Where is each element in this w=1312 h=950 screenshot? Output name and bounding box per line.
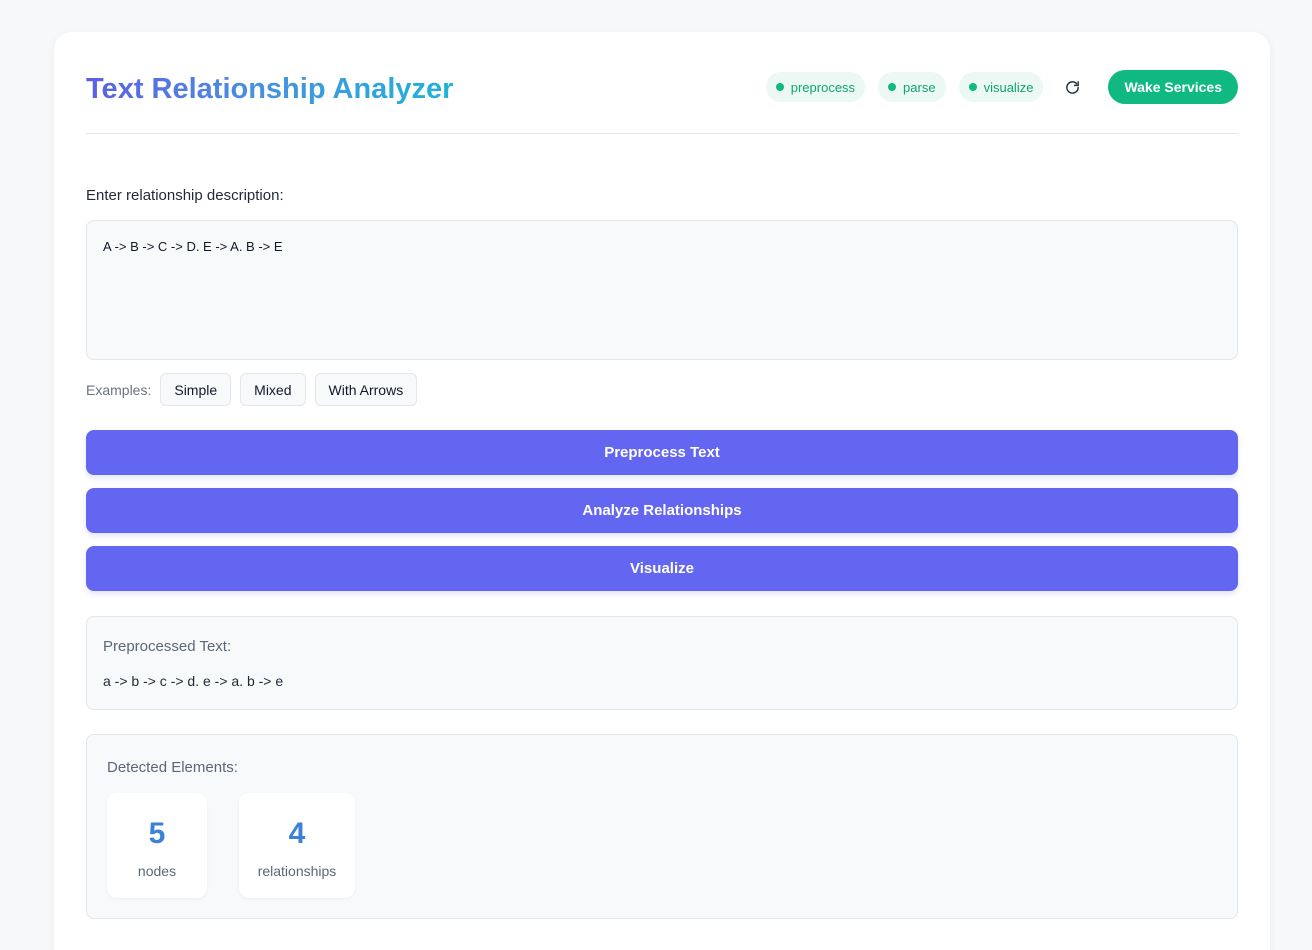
detected-elements-panel: Detected Elements: 5 nodes 4 relationshi… [86,734,1238,919]
status-dot-icon [968,83,977,91]
header: Text Relationship Analyzer preprocess pa… [86,70,1238,134]
service-label: preprocess [790,79,856,95]
examples-row: Examples: Simple Mixed With Arrows [86,373,426,406]
stat-value: 4 [288,817,306,850]
wake-services-button[interactable]: Wake Services [1108,70,1238,104]
service-label: visualize [983,79,1034,95]
preprocessed-text-panel: Preprocessed Text: a -> b -> c -> d. e -… [86,616,1238,710]
page-title: Text Relationship Analyzer [86,70,453,108]
preprocess-text-button[interactable]: Preprocess Text [86,430,1238,475]
stat-value: 5 [148,817,166,850]
visualize-button[interactable]: Visualize [86,546,1238,591]
preprocessed-text: a -> b -> c -> d. e -> a. b -> e [103,673,284,689]
preprocessed-title: Preprocessed Text: [103,638,232,655]
examples-label: Examples: [86,381,152,398]
status-dot-icon [775,83,784,91]
relationship-description-input[interactable]: A -> B -> C -> D. E -> A. B -> E [86,220,1238,360]
service-label: parse [903,79,936,95]
service-status-bar: preprocess parse visualize Wake Services [765,70,1238,104]
status-dot-icon [888,83,897,91]
example-mixed-button[interactable]: Mixed [240,373,306,406]
example-simple-button[interactable]: Simple [160,373,232,406]
detected-title: Detected Elements: [107,759,238,776]
stat-card-nodes: 5 nodes [107,793,207,898]
main-card: Text Relationship Analyzer preprocess pa… [54,32,1270,950]
service-status-visualize: visualize [958,72,1044,102]
service-status-preprocess: preprocess [765,72,866,102]
service-status-parse: parse [878,72,946,102]
input-label: Enter relationship description: [86,187,284,204]
stat-label: relationships [257,863,337,879]
refresh-icon[interactable] [1058,73,1086,101]
stat-label: nodes [137,863,177,879]
stat-card-relationships: 4 relationships [239,793,355,898]
analyze-relationships-button[interactable]: Analyze Relationships [86,488,1238,533]
example-with-arrows-button[interactable]: With Arrows [314,373,418,406]
